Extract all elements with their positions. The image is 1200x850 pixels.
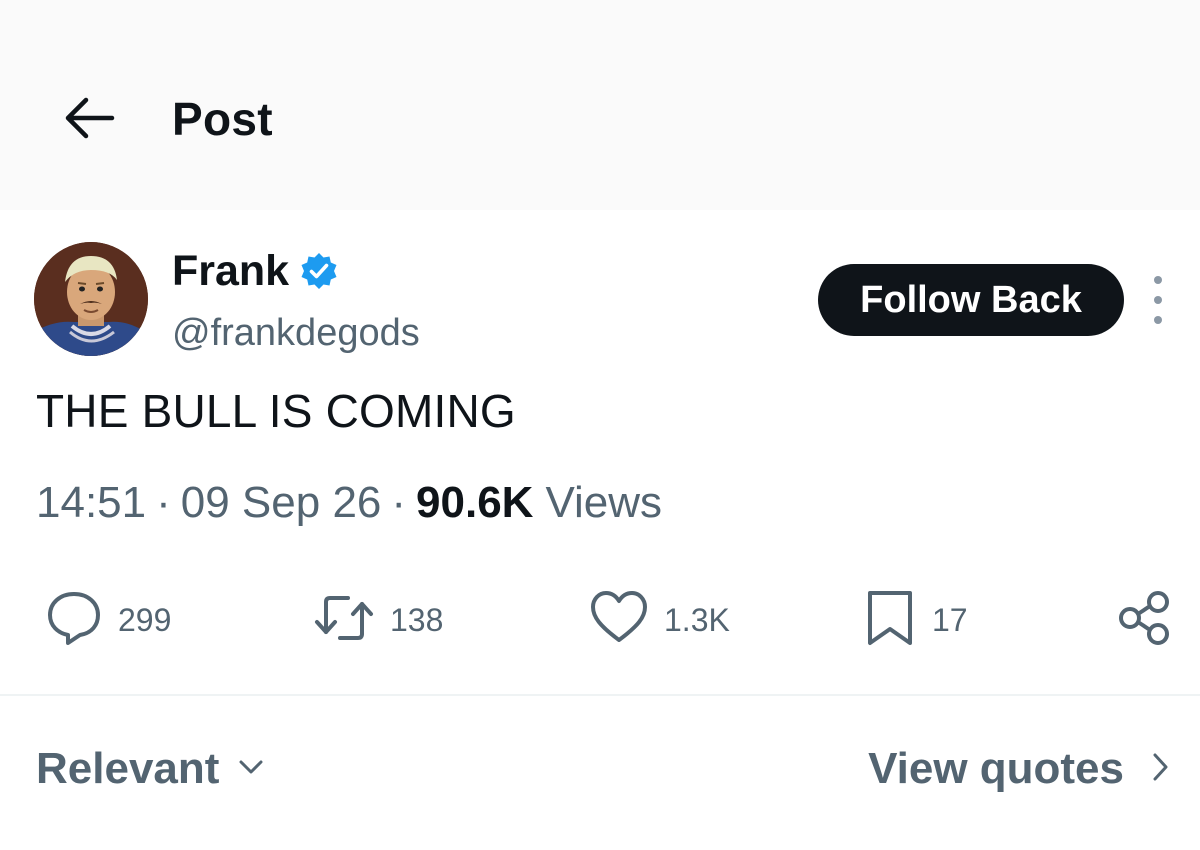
top-bar: Post [0,0,1200,210]
author-name-row: Frank [172,246,339,296]
action-bar: 299 138 1.3K 17 [0,580,1200,660]
share-button[interactable] [1114,580,1174,660]
like-button[interactable]: 1.3K [588,580,730,660]
post-time[interactable]: 14:51 [36,478,146,528]
follow-back-button[interactable]: Follow Back [818,264,1124,336]
arrow-left-icon [64,96,116,145]
repost-button[interactable]: 138 [312,580,443,660]
divider [0,694,1200,696]
meta-separator: · [391,478,407,527]
repost-count: 138 [390,601,444,638]
chevron-down-icon [237,757,265,782]
bookmark-icon [862,587,918,654]
like-count: 1.3K [664,601,730,638]
chevron-right-icon [1150,751,1170,788]
post-meta: 14:51 · 09 Sep 26 · 90.6K Views [36,478,662,528]
reply-count: 299 [118,601,172,638]
post-date[interactable]: 09 Sep 26 [181,478,382,528]
view-quotes-button[interactable]: View quotes [868,744,1170,794]
share-icon [1114,588,1174,653]
reply-button[interactable]: 299 [44,580,171,660]
author-handle[interactable]: @frankdegods [172,312,420,355]
more-options-button[interactable] [1146,276,1170,324]
more-vertical-icon [1154,276,1162,284]
bookmark-count: 17 [932,601,968,638]
views-label: Views [545,478,663,527]
reply-icon [44,588,104,653]
heart-icon [588,588,650,653]
post-text: THE BULL IS COMING [36,385,516,437]
author-name[interactable]: Frank [172,247,289,296]
page-title: Post [172,93,273,145]
back-button[interactable] [60,95,120,145]
repost-icon [312,588,376,653]
sort-replies-button[interactable]: Relevant [36,744,265,794]
view-quotes-label: View quotes [868,744,1124,793]
sort-label: Relevant [36,744,220,793]
views-count[interactable]: 90.6K [416,478,533,528]
bookmark-button[interactable]: 17 [862,580,968,660]
verified-badge-icon [299,251,339,291]
avatar[interactable] [34,242,148,356]
meta-separator: · [156,478,171,527]
